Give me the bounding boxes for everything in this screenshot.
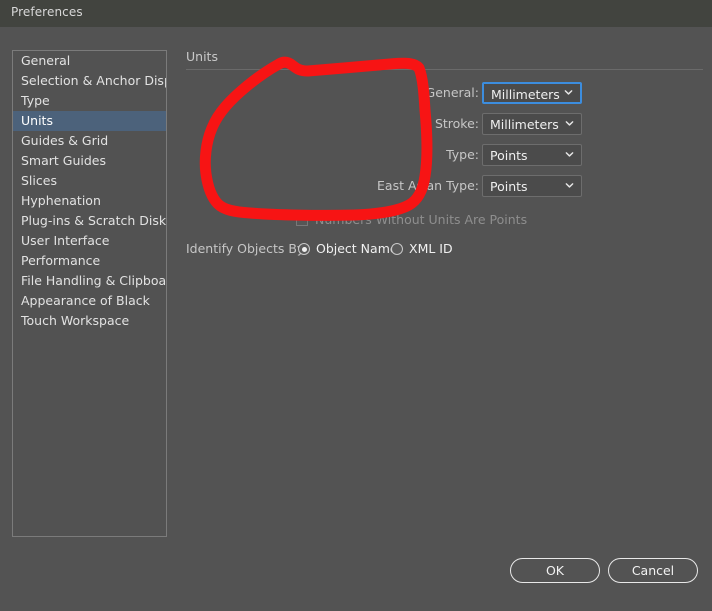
sidebar-item-file-handling-clipboard[interactable]: File Handling & Clipboard [13, 271, 166, 291]
sidebar-item-selection-anchor-display[interactable]: Selection & Anchor Display [13, 71, 166, 91]
category-list[interactable]: General Selection & Anchor Display Type Uni… [12, 50, 167, 537]
sidebar-item-label: Guides & Grid [21, 133, 109, 148]
window-title: Preferences [11, 5, 83, 19]
sidebar-item-type[interactable]: Type [13, 91, 166, 111]
numbers-without-units-checkbox[interactable] [296, 214, 308, 226]
chevron-down-icon [564, 88, 573, 97]
radio-object-name-label: Object Name [316, 241, 398, 256]
sidebar-item-label: Selection & Anchor Display [21, 73, 166, 88]
sidebar-item-user-interface[interactable]: User Interface [13, 231, 166, 251]
sidebar-item-label: Smart Guides [21, 153, 107, 168]
label-wrapper: General: [276, 82, 479, 104]
sidebar-item-touch-workspace[interactable]: Touch Workspace [13, 311, 166, 331]
field-label-type: Type: [446, 147, 479, 162]
chevron-down-icon [565, 119, 574, 128]
sidebar-item-label: Touch Workspace [21, 313, 130, 328]
sidebar-item-smart-guides[interactable]: Smart Guides [13, 151, 166, 171]
sidebar-item-label: Units [21, 113, 53, 128]
section-header: Units [186, 50, 704, 64]
chevron-down-icon [565, 150, 574, 159]
label-wrapper: Stroke: [276, 113, 479, 135]
radio-object-name-dot[interactable] [298, 243, 310, 255]
numbers-without-units-label: Numbers Without Units Are Points [315, 212, 528, 227]
sidebar-item-performance[interactable]: Performance [13, 251, 166, 271]
dropdown-value-east-asian-type: Points [490, 179, 528, 194]
section-title: Units [186, 49, 218, 64]
sidebar-item-label: Hyphenation [21, 193, 101, 208]
field-label-east-asian-type: East Asian Type: [377, 178, 479, 193]
sidebar-item-appearance-of-black[interactable]: Appearance of Black [13, 291, 166, 311]
sidebar-item-guides-grid[interactable]: Guides & Grid [13, 131, 166, 151]
chevron-down-icon [565, 181, 574, 190]
sidebar-item-slices[interactable]: Slices [13, 171, 166, 191]
radio-xml-id-label: XML ID [409, 241, 453, 256]
sidebar-item-label: Type [21, 93, 50, 108]
label-wrapper: Type: [276, 144, 479, 166]
dropdown-value-type: Points [490, 148, 528, 163]
sidebar-item-label: Performance [21, 253, 101, 268]
dropdown-east-asian-type[interactable]: Points [482, 175, 582, 197]
field-label-general: General: [425, 85, 479, 100]
sidebar-item-units[interactable]: Units [13, 111, 166, 131]
dropdown-stroke[interactable]: Millimeters [482, 113, 582, 135]
dropdown-value-general: Millimeters [491, 87, 560, 102]
red-highlight-annotation [199, 56, 433, 221]
label-wrapper: East Asian Type: [276, 175, 479, 197]
sidebar-item-label: Plug-ins & Scratch Disks [21, 213, 167, 228]
cancel-button[interactable]: Cancel [608, 558, 698, 583]
sidebar-item-label: User Interface [21, 233, 110, 248]
sidebar-item-label: Appearance of Black [21, 293, 150, 308]
radio-xml-id-dot[interactable] [391, 243, 403, 255]
dropdown-type[interactable]: Points [482, 144, 582, 166]
section-divider [186, 69, 703, 70]
identify-objects-label: Identify Objects By: [186, 241, 308, 256]
sidebar-item-hyphenation[interactable]: Hyphenation [13, 191, 166, 211]
sidebar-item-plug-ins-scratch-disks[interactable]: Plug-ins & Scratch Disks [13, 211, 166, 231]
sidebar-item-general[interactable]: General [13, 51, 166, 71]
title-bar: Preferences [0, 0, 712, 27]
field-row-general: General: Millimeters [186, 82, 704, 104]
ok-button[interactable]: OK [510, 558, 600, 583]
sidebar-item-label: Slices [21, 173, 57, 188]
field-row-stroke: Stroke: Millimeters [186, 113, 704, 135]
field-label-stroke: Stroke: [434, 116, 479, 131]
field-row-east-asian-type: East Asian Type: Points [186, 175, 704, 197]
sidebar-item-label: File Handling & Clipboard [21, 273, 167, 288]
preferences-dialog: Preferences General Selection & Anchor Di… [0, 0, 712, 611]
sidebar-item-label: General [21, 53, 71, 68]
dropdown-general[interactable]: Millimeters [482, 82, 582, 104]
field-row-type: Type: Points [186, 144, 704, 166]
dropdown-value-stroke: Millimeters [490, 117, 559, 132]
